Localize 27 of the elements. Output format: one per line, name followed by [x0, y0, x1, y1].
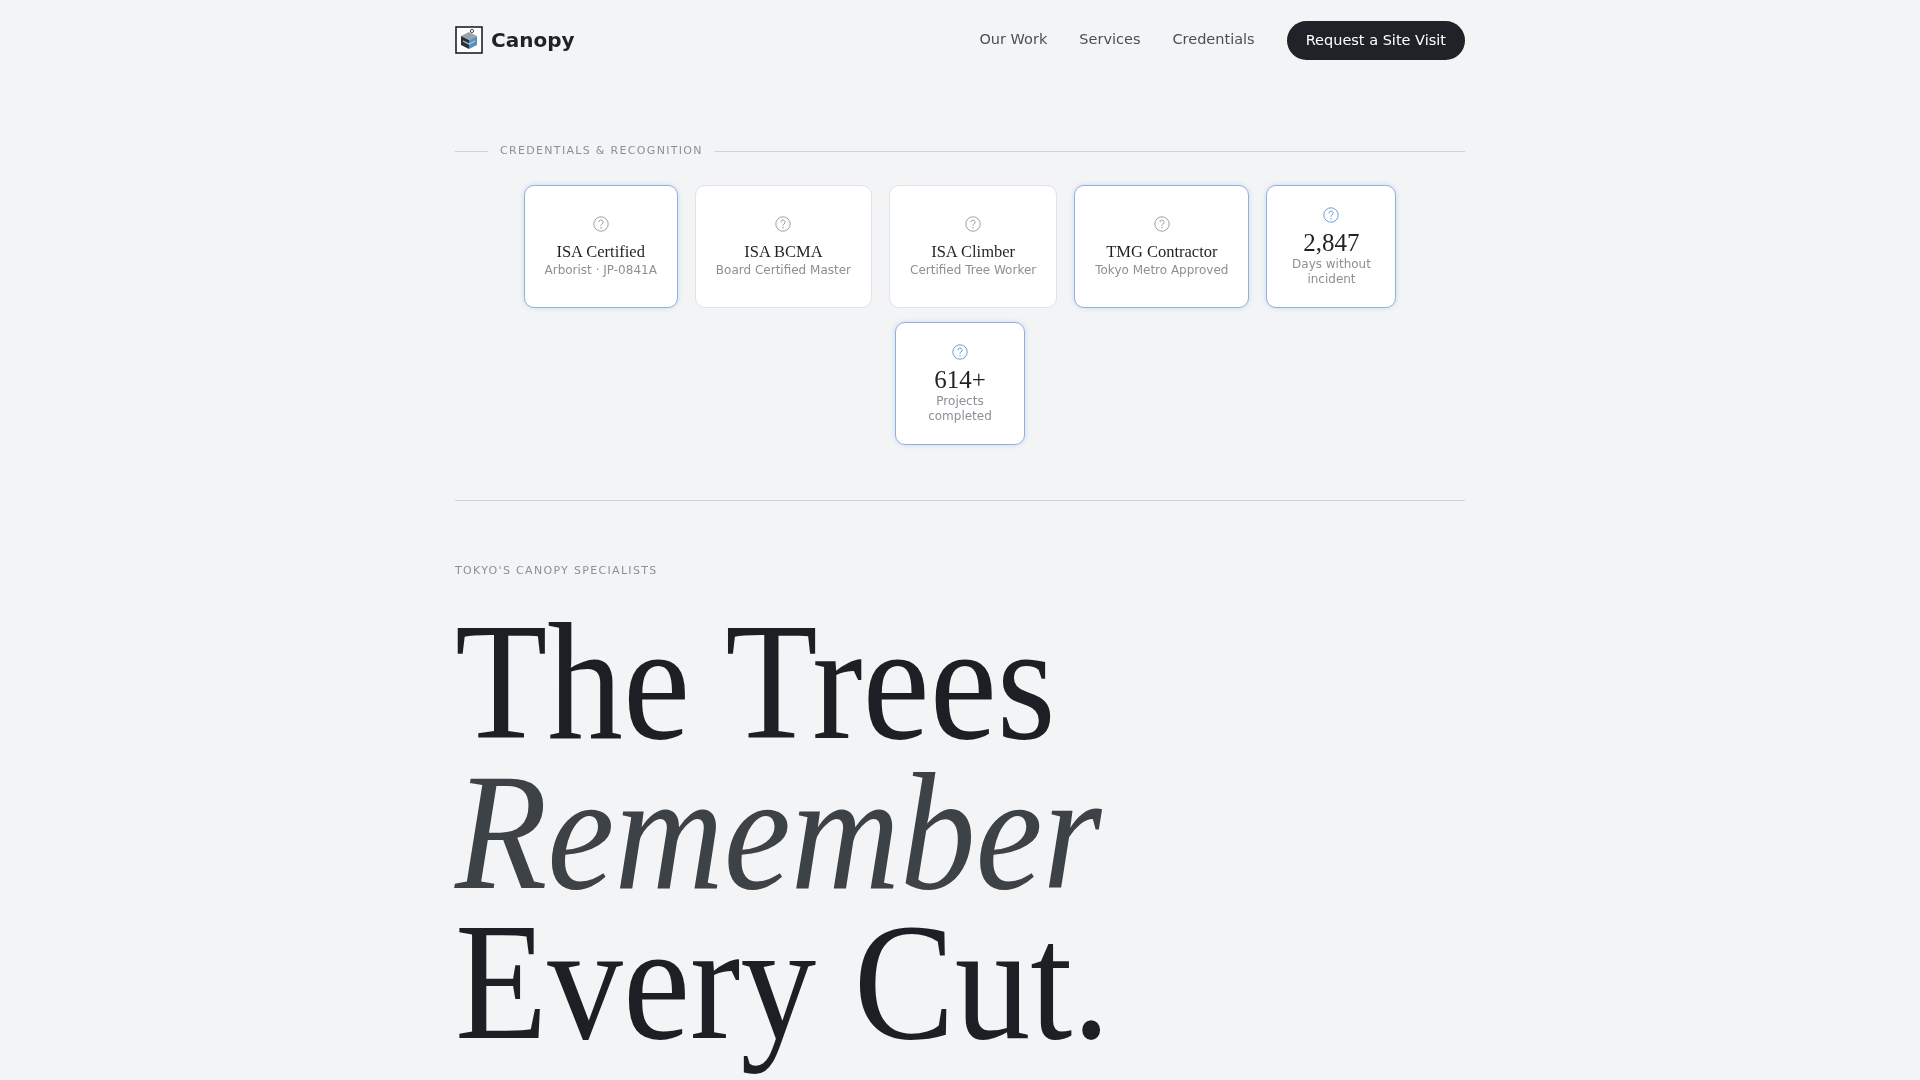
stat-value: 614+	[934, 365, 986, 394]
credential-title: ISA BCMA	[744, 241, 823, 262]
section-label: CREDENTIALS & RECOGNITION	[500, 143, 703, 159]
credential-subtitle: Certified Tree Worker	[910, 261, 1037, 278]
cube-logo-icon	[455, 26, 483, 54]
eyebrow-text: TOKYO'S CANOPY SPECIALISTS	[455, 563, 659, 579]
question-circle-icon	[1153, 215, 1170, 232]
credential-title: ISA Climber	[931, 241, 1016, 262]
credential-subtitle: Arborist · JP-0841A	[544, 261, 657, 278]
credential-title: ISA Certified	[556, 241, 645, 262]
hero-headline: The Trees Remember Every Cut.	[455, 606, 1112, 1076]
site-visit-button[interactable]: Request a Site Visit	[1286, 20, 1465, 60]
question-circle-icon	[1323, 206, 1340, 223]
question-circle-icon	[592, 215, 609, 232]
nav-link[interactable]: Credentials	[1172, 29, 1255, 51]
credential-subtitle: Tokyo Metro Approved	[1095, 261, 1229, 278]
stat-label: Projects completed	[927, 393, 993, 424]
credential-title: TMG Contractor	[1106, 241, 1218, 262]
credential-subtitle: Board Certified Master	[715, 261, 852, 278]
stat-label: Days without incident	[1291, 256, 1372, 287]
nav-link[interactable]: Our Work	[979, 29, 1048, 51]
stat-value: 2,847	[1303, 228, 1360, 257]
nav-link[interactable]: Services	[1079, 29, 1141, 51]
question-circle-icon	[952, 343, 968, 360]
question-circle-icon	[965, 215, 982, 232]
brand-link[interactable]: Canopy	[455, 25, 575, 55]
question-circle-icon	[775, 215, 792, 232]
